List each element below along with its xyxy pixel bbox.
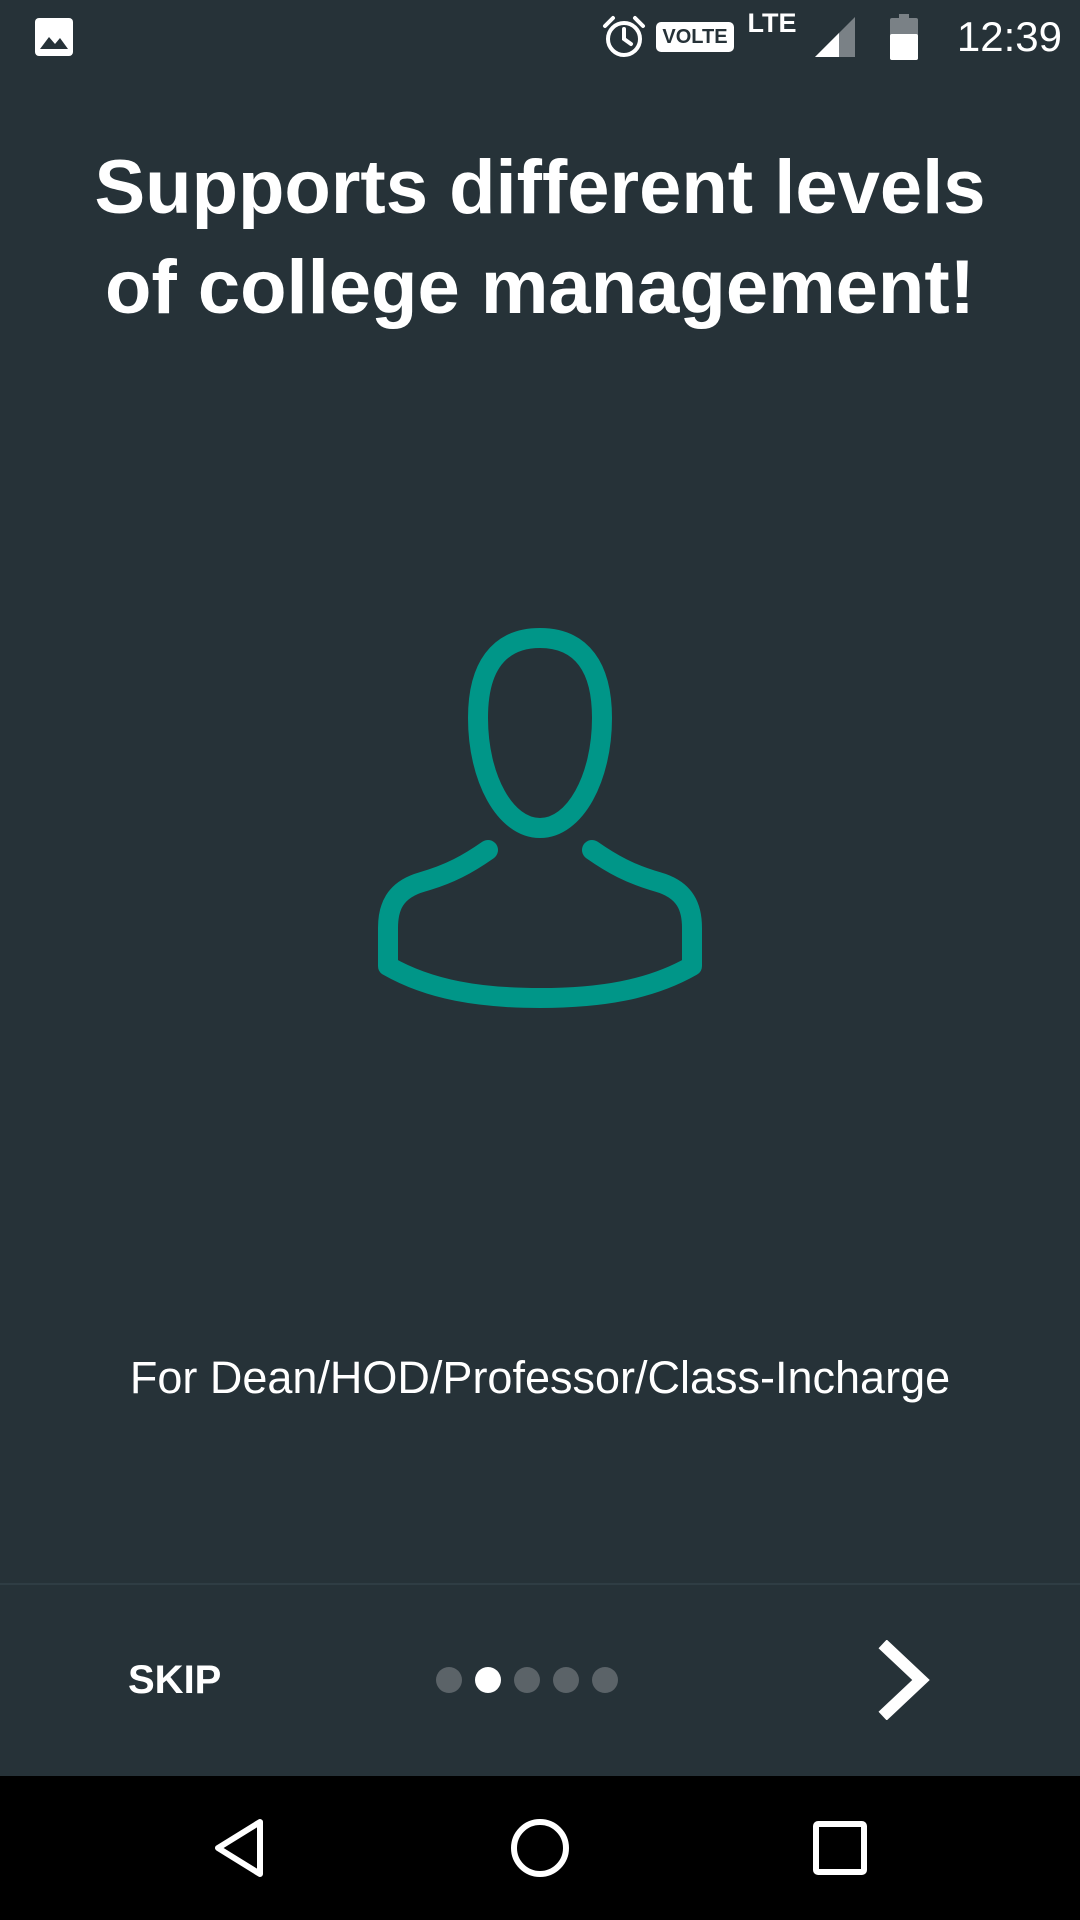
recents-icon bbox=[813, 1821, 867, 1875]
signal-icon bbox=[810, 0, 860, 74]
page-dot-5[interactable] bbox=[592, 1667, 618, 1693]
page-indicator bbox=[436, 1665, 636, 1695]
home-icon bbox=[511, 1819, 569, 1877]
page-dot-2-active[interactable] bbox=[475, 1667, 501, 1693]
volte-badge: VOLTE bbox=[656, 0, 734, 74]
skip-button[interactable]: SKIP bbox=[100, 1645, 250, 1715]
home-button[interactable] bbox=[490, 1798, 590, 1898]
status-bar: VOLTE LTE 12:39 bbox=[0, 0, 1080, 74]
chevron-right-icon bbox=[878, 1640, 930, 1720]
battery-icon bbox=[884, 0, 924, 74]
volte-label: VOLTE bbox=[656, 22, 734, 52]
status-clock: 12:39 bbox=[956, 13, 1062, 60]
onboarding-controls: SKIP bbox=[0, 1585, 1080, 1776]
alarm-icon bbox=[598, 0, 650, 74]
next-button[interactable] bbox=[860, 1630, 950, 1730]
back-button[interactable] bbox=[190, 1798, 290, 1898]
onboarding-title: Supports different levels of college man… bbox=[94, 145, 986, 330]
onboarding-screen: VOLTE LTE 12:39 Supports different level… bbox=[0, 0, 1080, 1920]
system-nav-bar bbox=[0, 1776, 1080, 1920]
page-dot-1[interactable] bbox=[436, 1667, 462, 1693]
network-type-label: LTE bbox=[747, 8, 797, 38]
onboarding-description: For Dean/HOD/Professor/Class-Incharge bbox=[129, 1352, 951, 1403]
page-dot-3[interactable] bbox=[514, 1667, 540, 1693]
page-dot-4[interactable] bbox=[553, 1667, 579, 1693]
gallery-icon bbox=[32, 0, 76, 74]
user-silhouette-icon bbox=[370, 628, 710, 1028]
recents-button[interactable] bbox=[790, 1798, 890, 1898]
back-icon bbox=[215, 1819, 263, 1877]
